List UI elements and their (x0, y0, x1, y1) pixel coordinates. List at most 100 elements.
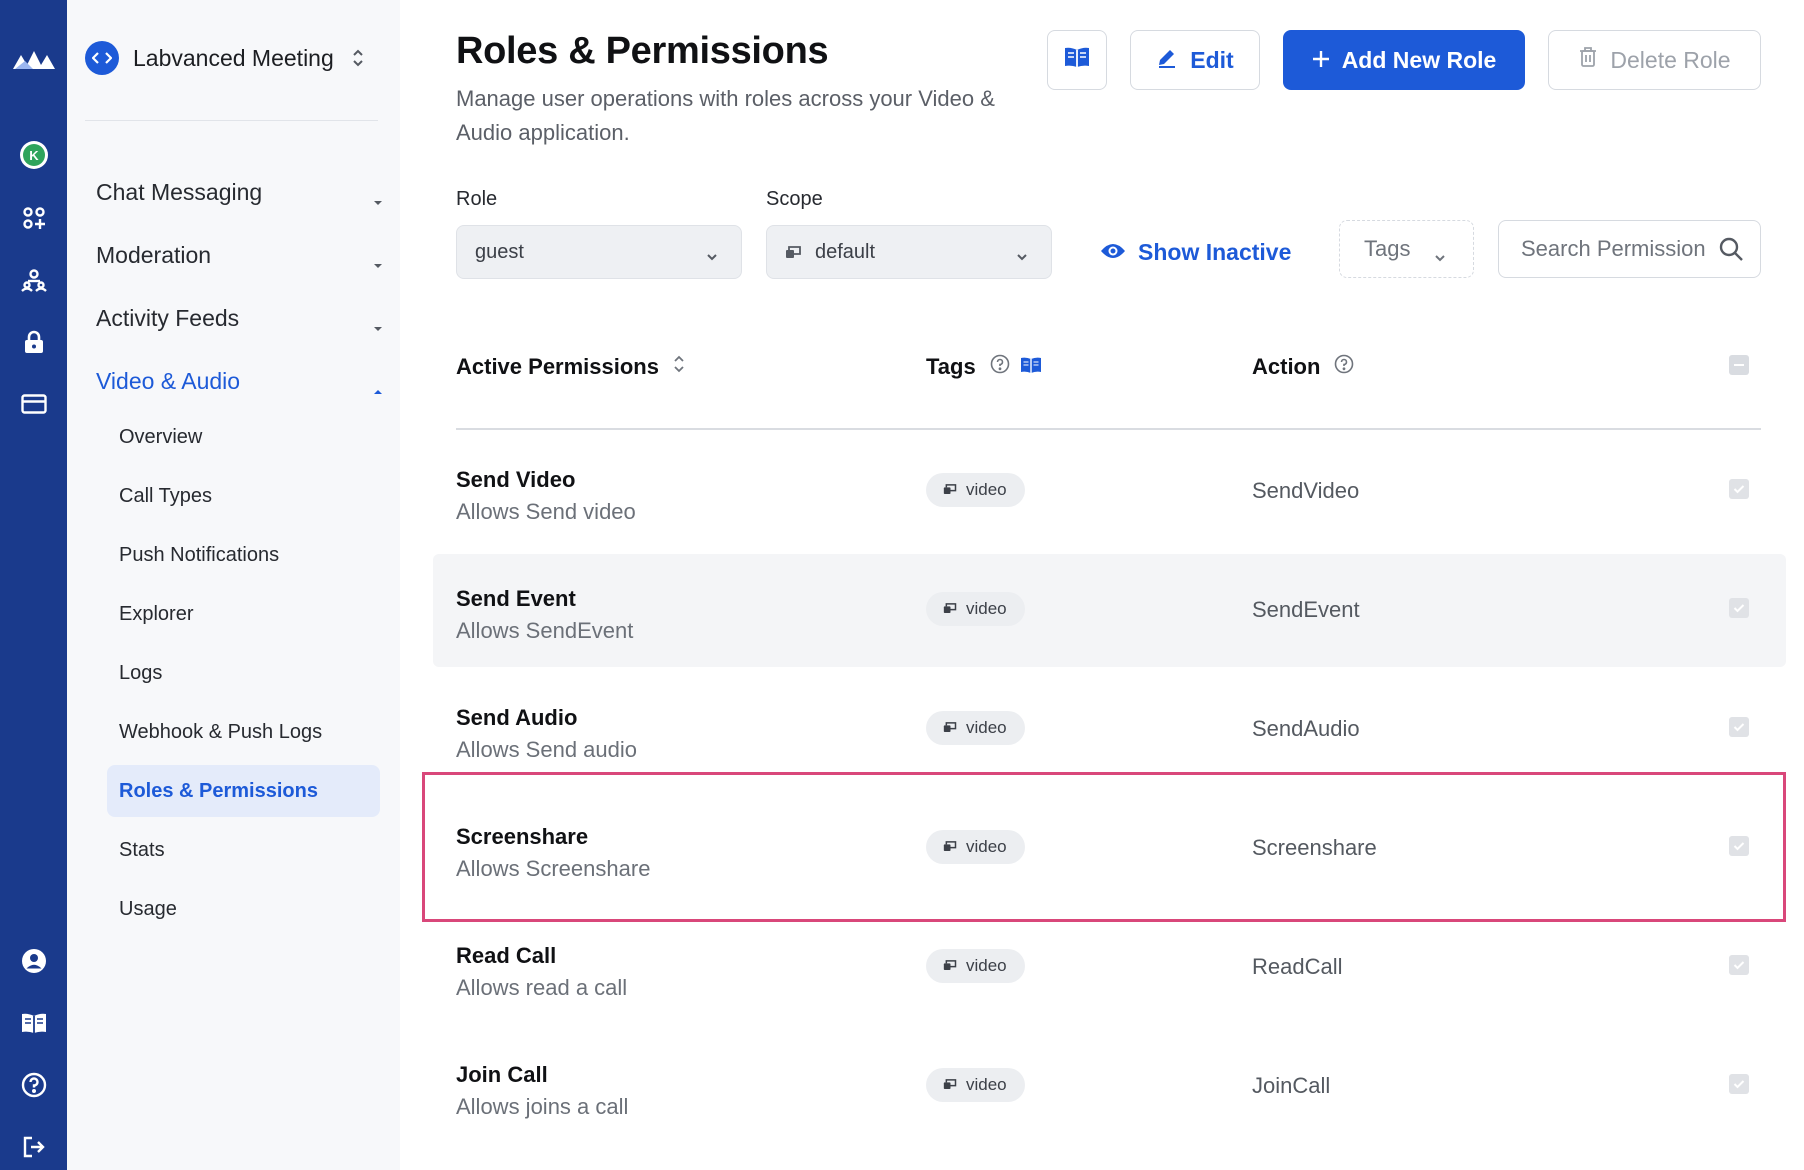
nav-video-audio[interactable]: Video & Audio (96, 361, 384, 401)
users-icon[interactable] (0, 260, 67, 300)
search-icon[interactable] (1718, 236, 1744, 267)
column-header-permissions[interactable]: Active Permissions (456, 350, 685, 384)
header-label: Active Permissions (456, 354, 659, 379)
tags-filter-label: Tags (1364, 236, 1411, 261)
nav-chat-messaging[interactable]: Chat Messaging (96, 172, 384, 212)
permission-name: Join Call (456, 1062, 548, 1087)
table-row[interactable]: Read Call Allows read a call video ReadC… (433, 911, 1786, 1024)
lock-icon[interactable] (0, 322, 67, 362)
tag-label: video (966, 1075, 1007, 1094)
action-name: SendVideo (1252, 478, 1360, 503)
tag-label: video (966, 480, 1007, 499)
account-icon[interactable] (0, 941, 67, 981)
nav-moderation[interactable]: Moderation (96, 235, 384, 275)
nav-group-label: Chat Messaging (96, 178, 263, 205)
nav-group-label: Video & Audio (96, 367, 241, 394)
action-name: JoinCall (1252, 1073, 1331, 1098)
row-checkbox[interactable] (1729, 717, 1749, 737)
sidebar: Labvanced Meeting Chat Messaging Moderat… (67, 0, 400, 1170)
row-checkbox[interactable] (1729, 1074, 1749, 1094)
caret-up-icon (372, 375, 384, 402)
table-header-divider (456, 428, 1761, 430)
permission-description: Allows joins a call (456, 1094, 629, 1119)
tag-badge: video (926, 473, 1025, 507)
select-all-checkbox[interactable] (1729, 355, 1749, 375)
chevron-down-icon (1433, 243, 1447, 269)
delete-role-button[interactable]: Delete Role (1548, 30, 1761, 90)
docs-book-icon[interactable] (1020, 354, 1042, 380)
action-name: SendEvent (1252, 597, 1360, 622)
column-header-tags: Tags (926, 350, 1042, 384)
scope-icon (943, 956, 958, 976)
nav-stats[interactable]: Stats (107, 824, 380, 876)
app-switcher[interactable]: Labvanced Meeting (85, 38, 385, 78)
nav-overview[interactable]: Overview (107, 411, 380, 463)
row-checkbox[interactable] (1729, 598, 1749, 618)
docs-book-icon[interactable] (0, 1003, 67, 1043)
page-description: Manage user operations with roles across… (456, 86, 995, 145)
brand-logo-icon[interactable] (0, 40, 67, 80)
permission-description: Allows SendEvent (456, 618, 634, 643)
tag-badge: video (926, 592, 1025, 626)
header-label: Tags (926, 354, 976, 379)
scope-label: Scope (766, 188, 823, 210)
organization-avatar-icon[interactable]: K (0, 135, 67, 175)
nav-call-types[interactable]: Call Types (107, 470, 380, 522)
docs-button[interactable] (1047, 30, 1107, 90)
permission-name: Read Call (456, 943, 557, 968)
add-new-role-label: Add New Role (1341, 46, 1497, 73)
table-row[interactable]: Send Audio Allows Send audio video SendA… (433, 673, 1786, 786)
table-row[interactable]: Join Call Allows joins a call video Join… (433, 1030, 1786, 1143)
sidebar-divider (85, 120, 378, 121)
svg-text:K: K (29, 148, 39, 163)
edit-button[interactable]: Edit (1130, 30, 1260, 90)
role-select-value: guest (475, 240, 524, 263)
help-icon[interactable] (0, 1065, 67, 1105)
nav-usage[interactable]: Usage (107, 883, 380, 935)
role-select[interactable]: guest (456, 225, 742, 279)
nav-webhook-push-logs[interactable]: Webhook & Push Logs (107, 706, 380, 758)
scope-icon (943, 718, 958, 738)
sort-icon[interactable] (673, 353, 685, 381)
permission-name: Send Video (456, 467, 576, 492)
tags-filter-dropdown[interactable]: Tags (1339, 220, 1474, 278)
action-name: SendAudio (1252, 716, 1360, 741)
edit-pencil-icon (1156, 46, 1178, 74)
apps-grid-icon[interactable] (0, 198, 67, 238)
scope-icon (943, 599, 958, 619)
row-checkbox[interactable] (1729, 479, 1749, 499)
delete-role-label: Delete Role (1610, 46, 1731, 73)
add-new-role-button[interactable]: Add New Role (1283, 30, 1525, 90)
table-row[interactable]: Send Video Allows Send video video SendV… (433, 435, 1786, 548)
nav-logs[interactable]: Logs (107, 647, 380, 699)
permission-description: Allows Send video (456, 499, 636, 524)
highlight-box (422, 772, 1786, 922)
scope-icon (943, 480, 958, 500)
permission-name: Send Audio (456, 705, 578, 730)
search-input[interactable] (1521, 235, 1706, 263)
table-row[interactable]: Send Event Allows SendEvent video SendEv… (433, 554, 1786, 667)
nav-roles-permissions[interactable]: Roles & Permissions (107, 765, 380, 817)
nav-group-label: Moderation (96, 241, 212, 268)
tag-label: video (966, 956, 1007, 975)
logout-icon[interactable] (0, 1127, 67, 1167)
nav-activity-feeds[interactable]: Activity Feeds (96, 298, 384, 338)
chevron-down-icon (1015, 245, 1029, 268)
search-permissions (1498, 220, 1761, 278)
app-name: Labvanced Meeting (133, 44, 334, 71)
nav-push-notifications[interactable]: Push Notifications (107, 529, 380, 581)
tag-label: video (966, 599, 1007, 618)
row-checkbox[interactable] (1729, 955, 1749, 975)
app-code-icon (85, 41, 119, 75)
nav-explorer[interactable]: Explorer (107, 588, 380, 640)
show-inactive-toggle[interactable]: Show Inactive (1100, 232, 1291, 272)
help-icon[interactable] (990, 354, 1010, 380)
action-name: ReadCall (1252, 954, 1343, 979)
scope-icon (943, 1075, 958, 1095)
help-icon[interactable] (1334, 354, 1354, 380)
show-inactive-label: Show Inactive (1138, 238, 1292, 265)
scope-select[interactable]: default (766, 225, 1052, 279)
edit-label: Edit (1190, 46, 1234, 73)
billing-card-icon[interactable] (0, 384, 67, 424)
trash-icon (1578, 46, 1598, 74)
